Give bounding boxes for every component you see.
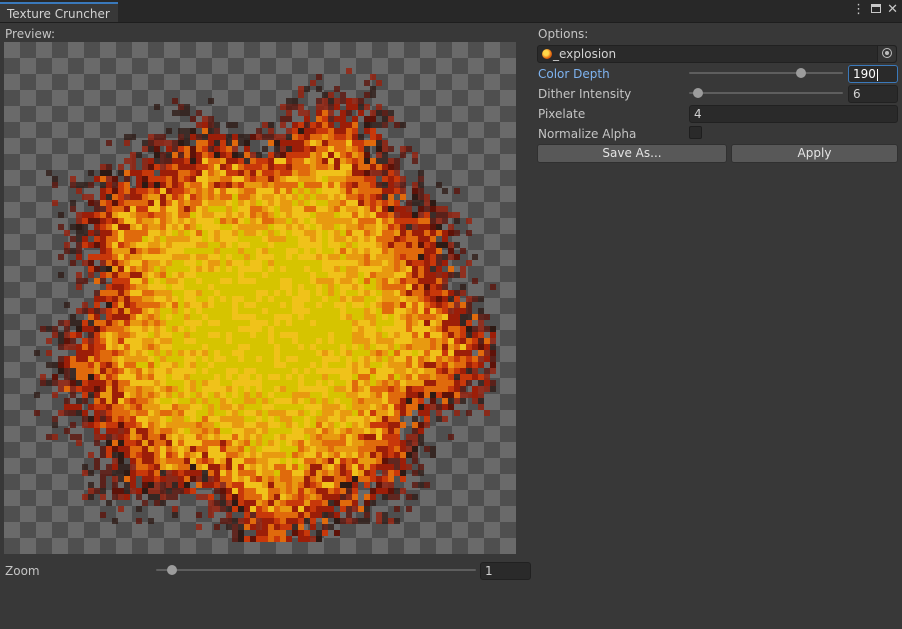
object-picker-icon — [882, 48, 892, 58]
color-depth-slider-thumb[interactable] — [796, 68, 807, 78]
explosion-sprite — [34, 68, 496, 542]
zoom-slider-thumb[interactable] — [167, 565, 177, 575]
tab-texture-cruncher[interactable]: Texture Cruncher — [0, 2, 118, 22]
color-depth-slider-track[interactable] — [689, 72, 843, 74]
options-label: Options: — [538, 27, 589, 41]
pixelate-value-field[interactable]: 4 — [689, 105, 898, 123]
save-as-button[interactable]: Save As... — [537, 144, 727, 163]
dither-intensity-value-field[interactable]: 6 — [848, 85, 898, 103]
zoom-value-field[interactable]: 1 — [480, 562, 531, 580]
dither-intensity-label: Dither Intensity — [538, 87, 632, 101]
texture-field-value: _explosion — [553, 47, 617, 61]
texture-icon — [542, 49, 552, 59]
kebab-menu-icon[interactable]: ⋮ — [852, 3, 865, 17]
normalize-alpha-label: Normalize Alpha — [538, 127, 637, 141]
color-depth-value: 190 — [853, 67, 876, 81]
preview-image — [4, 42, 516, 554]
texture-object-field[interactable]: _explosion — [537, 45, 897, 63]
zoom-label: Zoom — [5, 564, 40, 578]
pixelate-label: Pixelate — [538, 107, 586, 121]
text-caret — [876, 68, 878, 81]
window-controls: ⋮ ✕ — [852, 3, 898, 17]
preview-label: Preview: — [5, 27, 56, 41]
color-depth-label: Color Depth — [538, 67, 610, 81]
zoom-slider-track[interactable] — [156, 569, 476, 571]
dither-intensity-slider-thumb[interactable] — [693, 88, 704, 98]
maximize-icon[interactable] — [871, 3, 882, 17]
tab-title: Texture Cruncher — [7, 7, 110, 21]
apply-button[interactable]: Apply — [731, 144, 898, 163]
normalize-alpha-checkbox[interactable] — [689, 126, 702, 139]
tab-bar: Texture Cruncher ⋮ ✕ — [0, 0, 902, 23]
close-icon[interactable]: ✕ — [887, 3, 898, 17]
color-depth-value-field[interactable]: 190 — [848, 65, 898, 83]
dither-intensity-slider-track[interactable] — [689, 92, 843, 94]
object-picker-button[interactable] — [877, 46, 896, 62]
